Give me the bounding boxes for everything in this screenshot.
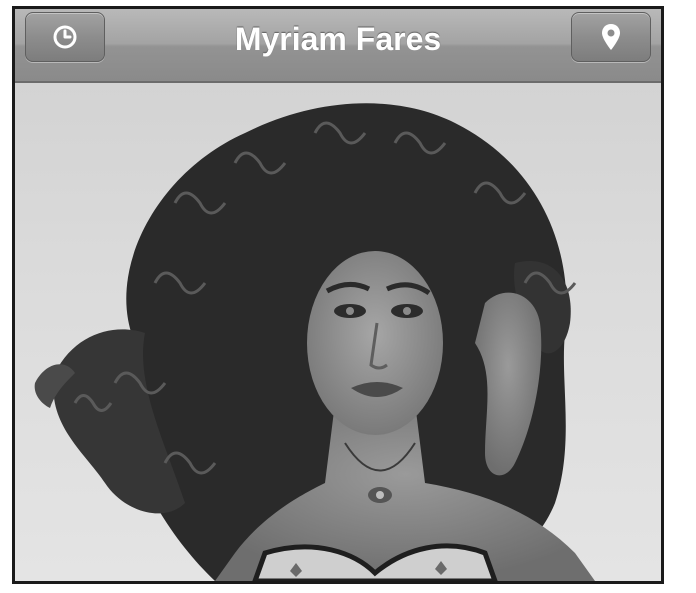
location-button[interactable] bbox=[571, 12, 651, 62]
location-pin-icon bbox=[602, 24, 620, 50]
portrait-photo bbox=[15, 83, 661, 581]
navigation-bar: Myriam Fares bbox=[15, 9, 661, 83]
portrait-illustration bbox=[34, 103, 595, 581]
app-screen: Myriam Fares bbox=[12, 6, 664, 584]
page-title: Myriam Fares bbox=[234, 21, 442, 57]
